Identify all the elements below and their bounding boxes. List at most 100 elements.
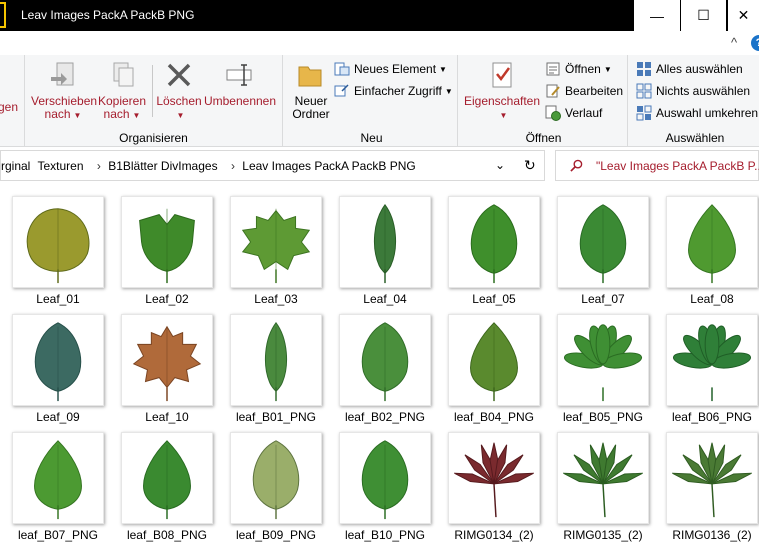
- history-button[interactable]: Verlauf: [545, 105, 602, 121]
- file-item[interactable]: Leaf_07: [545, 186, 649, 306]
- file-item[interactable]: leaf_B08_PNG: [109, 422, 213, 542]
- file-thumbnail: [557, 314, 649, 406]
- help-icon[interactable]: ?: [751, 35, 759, 51]
- close-icon: ✕: [737, 7, 750, 23]
- file-thumbnail: [666, 196, 758, 288]
- invert-selection-button[interactable]: Auswahl umkehren: [636, 105, 758, 121]
- file-thumbnail: [12, 314, 104, 406]
- file-item[interactable]: leaf_B01_PNG: [218, 304, 322, 424]
- file-item[interactable]: Leaf_05: [436, 186, 540, 306]
- maximize-button[interactable]: ☐: [680, 0, 726, 31]
- window-title: Leav Images PackA PackB PNG: [21, 8, 195, 22]
- invert-selection-icon: [636, 105, 652, 121]
- new-item-caret-icon: ▼: [439, 64, 447, 74]
- properties-label: Eigenschaften: [463, 94, 541, 108]
- breadcrumb-item-original[interactable]: rginal: [1, 159, 30, 173]
- minimize-icon: —: [650, 7, 664, 24]
- edit-button[interactable]: Bearbeiten: [545, 83, 623, 99]
- move-to-button[interactable]: Verschieben nach ▼: [31, 59, 97, 122]
- breadcrumb-separator-icon[interactable]: ›: [231, 159, 235, 173]
- delete-label: Löschen: [156, 94, 202, 108]
- history-label: Verlauf: [565, 106, 603, 120]
- ribbon-group-organisieren: Verschieben nach ▼ Kopieren nach ▼ Löschen…: [25, 55, 283, 147]
- properties-icon: [492, 62, 512, 88]
- select-none-button[interactable]: Nichts auswählen: [636, 83, 750, 99]
- file-item[interactable]: RIMG0134_(2): [436, 422, 540, 542]
- breadcrumb-item-current[interactable]: Leav Images PackA PackB PNG: [242, 159, 415, 173]
- file-item[interactable]: leaf_B04_PNG: [436, 304, 540, 424]
- leaf-image: [454, 442, 534, 518]
- file-item[interactable]: leaf_B05_PNG: [545, 304, 649, 424]
- search-icon: [570, 159, 583, 172]
- leaf-image: [34, 322, 82, 402]
- leaf-image: [34, 440, 82, 520]
- file-item[interactable]: Leaf_02: [109, 186, 213, 306]
- breadcrumb-separator-icon[interactable]: ›: [97, 159, 101, 173]
- properties-button[interactable]: Eigenschaften ▼: [462, 59, 542, 122]
- new-folder-label-2: Ordner: [292, 107, 330, 121]
- group-label-neu: Neu: [360, 131, 383, 145]
- file-thumbnail: [339, 196, 431, 288]
- file-grid: Leaf_01 Leaf_02 Leaf_03 Leaf_04 Leaf_05 Leaf_…: [0, 186, 759, 558]
- refresh-icon[interactable]: ↻: [524, 157, 536, 174]
- open-caret-icon: ▼: [603, 64, 612, 74]
- rename-button[interactable]: Umbenennen: [203, 59, 277, 108]
- history-icon: [545, 105, 561, 121]
- copy-to-button[interactable]: Kopieren nach ▼: [95, 59, 149, 122]
- file-thumbnail: [448, 432, 540, 524]
- file-thumbnail: [666, 314, 758, 406]
- file-item[interactable]: RIMG0136_(2): [654, 422, 758, 542]
- group-label-auswaehlen: Auswählen: [665, 131, 725, 145]
- move-to-label-2: nach: [44, 107, 71, 121]
- easy-access-caret-icon: ▼: [444, 86, 453, 96]
- edit-icon: [546, 84, 560, 98]
- easy-access-button[interactable]: Einfacher Zugriff ▼: [334, 83, 453, 99]
- file-thumbnail: [230, 314, 322, 406]
- leaf-image: [563, 324, 643, 402]
- move-to-caret-icon: ▼: [73, 111, 82, 120]
- file-item[interactable]: leaf_B09_PNG: [218, 422, 322, 542]
- file-item[interactable]: leaf_B06_PNG: [654, 304, 758, 424]
- file-name: RIMG0136_(2): [672, 528, 752, 542]
- file-thumbnail: [666, 432, 758, 524]
- file-name: leaf_B10_PNG: [344, 528, 426, 542]
- file-item[interactable]: Leaf_01: [0, 186, 104, 306]
- file-item[interactable]: Leaf_03: [218, 186, 322, 306]
- open-button[interactable]: Öffnen ▼: [545, 61, 612, 77]
- file-thumbnail: [557, 196, 649, 288]
- search-input[interactable]: "Leav Images PackA PackB P...: [596, 159, 759, 173]
- delete-x-icon: [167, 63, 191, 87]
- minimize-button[interactable]: —: [634, 0, 680, 31]
- collapse-ribbon-icon[interactable]: ^: [731, 35, 737, 50]
- search-box[interactable]: "Leav Images PackA PackB P...: [555, 150, 759, 181]
- address-dropdown-icon[interactable]: ⌄: [495, 158, 505, 172]
- file-item[interactable]: Leaf_08: [654, 186, 758, 306]
- file-name: RIMG0135_(2): [563, 528, 643, 542]
- leaf-image: [374, 204, 396, 284]
- file-item[interactable]: RIMG0135_(2): [545, 422, 649, 542]
- new-item-button[interactable]: Neues Element ▼: [334, 61, 447, 77]
- open-icon: [546, 62, 560, 76]
- select-all-button[interactable]: Alles auswählen: [636, 61, 743, 77]
- file-item[interactable]: leaf_B10_PNG: [327, 422, 431, 542]
- group-label-organisieren: Organisieren: [119, 131, 188, 145]
- breadcrumb: rginal Texturen › B1Blätter DivImages › …: [1, 159, 420, 173]
- copy-to-caret-icon: ▼: [132, 111, 141, 120]
- breadcrumb-item-texturen[interactable]: Texturen: [37, 159, 83, 173]
- delete-button[interactable]: Löschen ▼: [153, 59, 205, 122]
- file-item[interactable]: leaf_B07_PNG: [0, 422, 104, 542]
- close-button[interactable]: ✕: [727, 0, 759, 31]
- file-item[interactable]: Leaf_04: [327, 186, 431, 306]
- rename-icon: [226, 64, 252, 86]
- breadcrumb-item-b1blaetter[interactable]: B1Blätter DivImages: [108, 159, 217, 173]
- partial-button-label[interactable]: gen: [0, 101, 28, 114]
- file-thumbnail: [339, 314, 431, 406]
- address-bar[interactable]: rginal Texturen › B1Blätter DivImages › …: [0, 150, 545, 181]
- file-item[interactable]: leaf_B02_PNG: [327, 304, 431, 424]
- new-folder-button[interactable]: Neuer Ordner: [288, 59, 334, 121]
- select-all-label: Alles auswählen: [656, 62, 743, 76]
- file-item[interactable]: Leaf_10: [109, 304, 213, 424]
- file-item[interactable]: Leaf_09: [0, 304, 104, 424]
- easy-access-icon: [334, 84, 349, 97]
- leaf-image: [143, 440, 191, 520]
